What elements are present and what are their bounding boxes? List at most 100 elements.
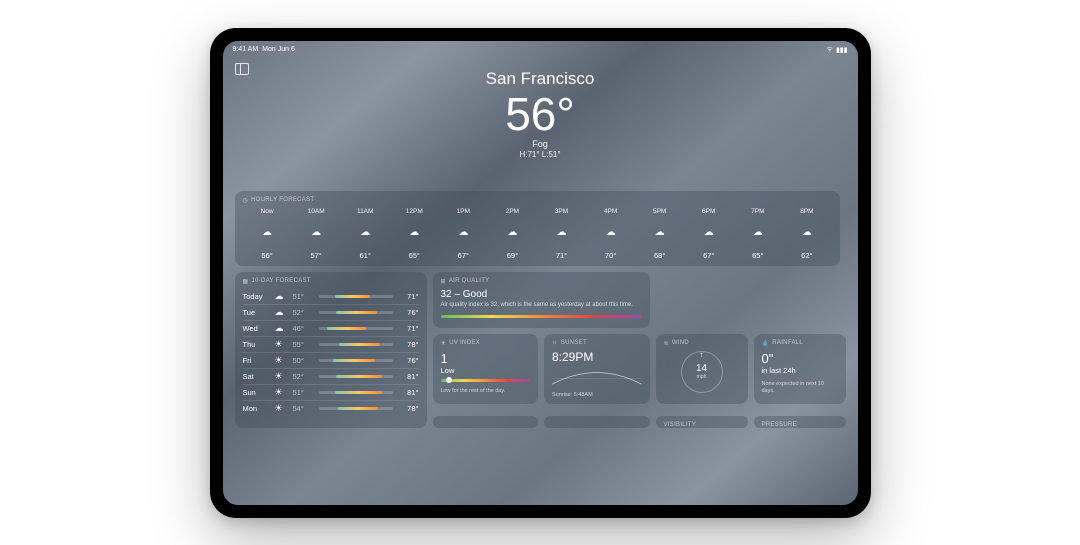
day-label: Wed [243, 324, 275, 333]
cloud-icon: ☁︎ [753, 227, 763, 238]
weather-icon: ☁︎ [275, 323, 293, 334]
day-low: 46° [293, 324, 315, 333]
tenday-title: 10-DAY FORECAST [251, 278, 310, 284]
day-row[interactable]: Today☁︎51°71° [243, 289, 419, 304]
uv-index-card[interactable]: ☀UV INDEX 1 Low Low for the rest of the … [433, 334, 539, 404]
day-high: 71° [397, 324, 419, 333]
day-row[interactable]: Fri☀︎50°76° [243, 352, 419, 368]
hour-temp: 71° [556, 251, 567, 260]
hour-label: 7PM [751, 208, 764, 215]
day-row[interactable]: Sat☀︎52°81° [243, 368, 419, 384]
aq-value: 32 – Good [441, 289, 642, 300]
wind-icon: ≋ [664, 340, 669, 347]
wind-title: WIND [672, 340, 689, 346]
uv-level: Low [441, 366, 531, 375]
day-row[interactable]: Tue☁︎52° 76° [243, 304, 419, 320]
wind-compass: ↑ 14 mph [681, 351, 723, 393]
hour-label: 2PM [506, 208, 519, 215]
day-low: 55° [293, 340, 315, 349]
tenday-list: Today☁︎51°71°Tue☁︎52°76°Wed☁︎46°71°Thu☀︎… [243, 289, 419, 416]
aq-icon: ⊞ [441, 278, 446, 285]
hour-temp: 62° [801, 251, 812, 260]
sun-icon: ☀ [441, 340, 447, 347]
hour-temp: 65° [409, 251, 420, 260]
aq-scale-bar [441, 315, 642, 318]
hour-temp: 65° [752, 251, 763, 260]
sunset-card[interactable]: ☼SUNSET 8:29PM Sunrise: 5:48AM [544, 334, 650, 404]
cloud-icon: ☁︎ [409, 227, 419, 238]
calendar-icon: ▦ [243, 278, 249, 285]
clock-icon: ◷ [243, 197, 249, 204]
hour-label: 10AM [308, 208, 325, 215]
cloud-icon: ☁︎ [311, 227, 321, 238]
hourly-column: 12PM☁︎65° [390, 208, 439, 260]
day-row[interactable]: Mon☀︎54°78° [243, 400, 419, 416]
humidity-stub[interactable] [544, 416, 650, 428]
sunset-icon: ☼ [552, 340, 558, 346]
cloud-icon: ☁︎ [606, 227, 616, 238]
status-bar: 9:41 AM Mon Jun 6 ᯤ ▮▮▮ [223, 41, 858, 59]
day-label: Mon [243, 404, 275, 413]
day-high: 76° [397, 356, 419, 365]
day-high: 71° [397, 292, 419, 301]
current-temperature: 56° [223, 91, 858, 137]
wind-speed: 14 [696, 364, 707, 374]
day-low: 51° [293, 292, 315, 301]
temp-range-bar [319, 391, 393, 394]
current-condition: Fog [223, 139, 858, 149]
hourly-forecast-card[interactable]: ◷HOURLY FORECAST Now☁︎56°10AM☁︎57°11AM☁︎… [235, 191, 840, 266]
weather-icon: ☁︎ [275, 307, 293, 318]
visibility-stub[interactable]: VISIBILITY [656, 416, 748, 428]
hourly-column: 3PM ☁︎ 71° [537, 208, 586, 260]
uv-scale-bar [441, 379, 531, 382]
day-label: Sat [243, 372, 275, 381]
day-row[interactable]: Thu☀︎55°78° [243, 336, 419, 352]
weather-icon: ☀︎ [275, 387, 293, 398]
hourly-track[interactable]: Now☁︎56°10AM☁︎57°11AM☁︎61°12PM☁︎65°1PM☁︎… [243, 208, 832, 260]
weather-icon: ☀︎ [275, 403, 293, 414]
cloud-icon: ☁︎ [507, 227, 517, 238]
hourly-column: Now☁︎56° [243, 208, 292, 260]
hourly-column: 2PM ☁︎ 69° [488, 208, 537, 260]
day-high: 78° [397, 404, 419, 413]
cloud-icon: ☁︎ [655, 227, 665, 238]
day-low: 52° [293, 308, 315, 317]
rainfall-card[interactable]: 💧RAINFALL 0" in last 24h None expected i… [754, 334, 846, 404]
cloud-icon: ☁︎ [704, 227, 714, 238]
day-row[interactable]: Sun☀︎51°81° [243, 384, 419, 400]
battery-icon: ▮▮▮ [836, 46, 848, 54]
hour-label: 1PM [457, 208, 470, 215]
uv-note: Low for the rest of the day. [441, 388, 531, 395]
hour-label: 3PM [555, 208, 568, 215]
wind-card[interactable]: ≋WIND ↑ 14 mph [656, 334, 748, 404]
hour-temp: 69° [507, 251, 518, 260]
day-row[interactable]: Wed☁︎46° 71° [243, 320, 419, 336]
ten-day-forecast-card[interactable]: ▦10-DAY FORECAST Today☁︎51°71°Tue☁︎52°76… [235, 272, 427, 428]
cloud-icon: ☁︎ [360, 227, 370, 238]
hour-temp: 61° [360, 251, 371, 260]
hour-label: 6PM [702, 208, 715, 215]
aq-title: AIR QUALITY [449, 278, 490, 284]
cloud-icon: ☁︎ [458, 227, 468, 238]
pressure-stub[interactable]: PRESSURE [754, 416, 846, 428]
hour-temp: 56° [261, 251, 272, 260]
hourly-column: 1PM☁︎67° [439, 208, 488, 260]
day-high: 81° [397, 372, 419, 381]
cloud-icon: ☁︎ [557, 227, 567, 238]
day-high: 76° [397, 308, 419, 317]
location-name: San Francisco [223, 69, 858, 89]
day-label: Sun [243, 388, 275, 397]
drop-icon: 💧 [762, 340, 770, 347]
sunset-title: SUNSET [561, 340, 587, 346]
aq-description: Air quality index is 32, which is the sa… [441, 302, 642, 310]
sidebar-toggle-button[interactable] [235, 63, 249, 75]
wind-unit: mph [697, 374, 707, 380]
temp-range-bar [319, 407, 393, 410]
day-high: 81° [397, 388, 419, 397]
arrow-icon: ↑ [700, 350, 704, 359]
feels-like-stub[interactable] [433, 416, 539, 428]
air-quality-card[interactable]: ⊞AIR QUALITY 32 – Good Air quality index… [433, 272, 650, 328]
sunset-time: 8:29PM [552, 350, 642, 364]
day-label: Tue [243, 308, 275, 317]
hourly-column: 11AM☁︎61° [341, 208, 390, 260]
